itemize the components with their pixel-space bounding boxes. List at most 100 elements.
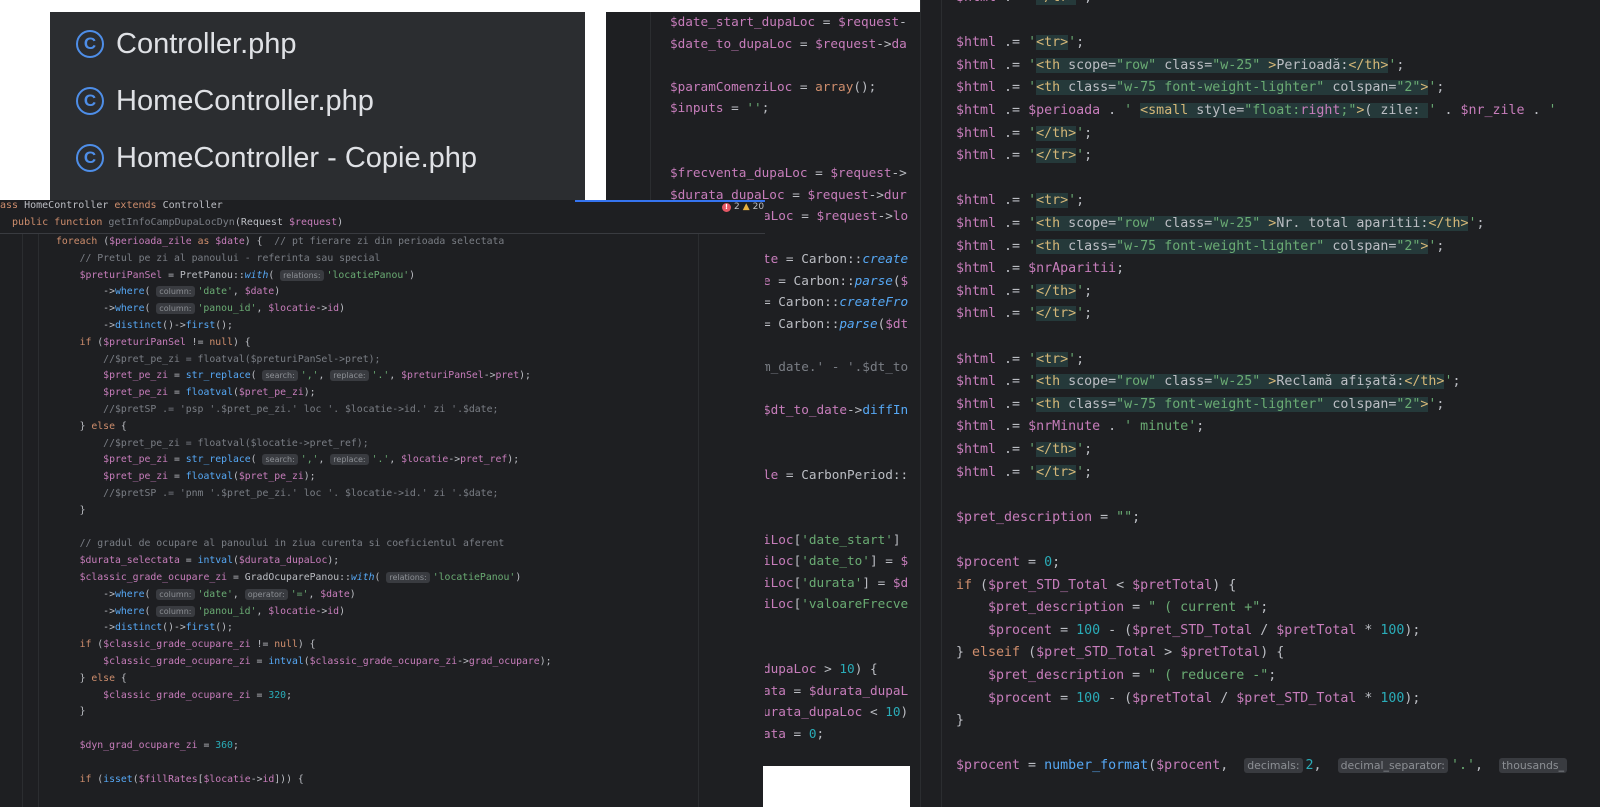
file-item-controller[interactable]: C Controller.php bbox=[76, 24, 297, 64]
code-line[interactable]: $html .= '<th scope="row" class="w-25" >… bbox=[956, 55, 1404, 78]
code-line[interactable]: $html .= '<tr>'; bbox=[956, 349, 1084, 372]
code-line[interactable]: if ($classic_grade_ocupare_zi != null) { bbox=[56, 637, 316, 654]
code-line[interactable]: $html .= '</tr>'; bbox=[956, 0, 1092, 10]
code-line[interactable]: ata = 0; bbox=[763, 723, 824, 745]
code-line[interactable]: } bbox=[56, 704, 86, 721]
code-token: $locatie bbox=[401, 454, 449, 466]
code-line[interactable]: $paramComenziLoc = array(); bbox=[670, 76, 876, 98]
code-line[interactable]: ->where( column:'date', $date) bbox=[56, 284, 280, 301]
code-line[interactable]: $procent = 100 - ($pretTotal / $pret_STD… bbox=[956, 688, 1420, 711]
code-line[interactable]: $html .= '<th class="w-75 font-weight-li… bbox=[956, 77, 1444, 100]
code-line[interactable]: } bbox=[56, 503, 86, 520]
code-line[interactable]: $pret_description = " ( current +"; bbox=[956, 597, 1268, 620]
code-line[interactable]: $html .= $nrAparitii; bbox=[956, 258, 1124, 281]
code-line[interactable]: $date_to_dupaLoc = $request->da bbox=[670, 33, 907, 55]
code-line[interactable]: $html .= '<th class="w-75 font-weight-li… bbox=[956, 394, 1444, 417]
code-token: ; bbox=[1260, 600, 1269, 616]
code-line[interactable]: $inputs = ''; bbox=[670, 97, 769, 119]
code-token: Nr. total aparitii: bbox=[1276, 216, 1429, 231]
code-line[interactable]: $html .= '<tr>'; bbox=[956, 32, 1084, 55]
code-line[interactable]: $html .= '</tr>'; bbox=[956, 145, 1092, 168]
code-line[interactable]: //$pret_pe_zi = floatval($preturiPanSel-… bbox=[56, 352, 380, 369]
code-line[interactable]: $pret_pe_zi = str_replace( search: ',', r… bbox=[56, 368, 531, 385]
code-line[interactable]: $html .= '</th>'; bbox=[956, 281, 1092, 304]
code-line[interactable]: ->where( column:'panou_id', $locatie->id… bbox=[56, 301, 345, 318]
code-line[interactable]: iLoc['date_start'] bbox=[763, 529, 901, 551]
code-line[interactable]: $procent = 0; bbox=[956, 552, 1060, 575]
code-line[interactable]: $frecventa_dupaLoc = $request-> bbox=[670, 162, 907, 184]
code-line[interactable]: $pret_description = " ( reducere -"; bbox=[956, 665, 1276, 688]
code-line[interactable]: iLoc['durata'] = $d bbox=[763, 572, 908, 594]
code-line[interactable]: ->distinct()->first(); bbox=[56, 620, 233, 637]
code-line[interactable]: $durata_selectata = intval($durata_dupaL… bbox=[56, 553, 340, 570]
code-line[interactable]: // Pretul pe zi al panoului - referinta … bbox=[56, 251, 381, 268]
code-line[interactable]: $html .= '</th>'; bbox=[956, 123, 1092, 146]
code-line[interactable]: e = Carbon::parse($ bbox=[763, 270, 908, 292]
code-token: ' bbox=[1028, 193, 1037, 209]
code-token: , bbox=[318, 454, 331, 466]
code-line[interactable]: = Carbon::createFro bbox=[763, 291, 908, 313]
code-token: $html bbox=[956, 442, 997, 457]
code-line[interactable]: ->distinct()->first(); bbox=[56, 318, 233, 335]
code-line[interactable]: if ($preturiPanSel != null) { bbox=[56, 335, 251, 352]
code-line[interactable]: $html .= '<th class="w-75 font-weight-li… bbox=[956, 236, 1444, 259]
code-line[interactable]: iLoc['valoareFrecve bbox=[763, 593, 908, 615]
code-line[interactable]: $html .= '</th>'; bbox=[956, 439, 1092, 462]
code-line[interactable]: $pret_pe_zi = floatval($pret_pe_zi); bbox=[56, 469, 315, 486]
code-line[interactable]: $pret_pe_zi = str_replace( search: ',', r… bbox=[56, 452, 519, 469]
code-line[interactable]: } bbox=[956, 710, 964, 733]
code-token: * bbox=[1356, 622, 1381, 638]
code-line[interactable]: foreach ($perioada_zile as $date) { // p… bbox=[56, 234, 504, 251]
code-line[interactable]: aLoc = $request->lo bbox=[763, 205, 908, 227]
code-line[interactable]: $preturiPanSel = PretPanou::with( relati… bbox=[56, 268, 415, 285]
right-code-editor[interactable]: $html .= '</tr>';$html .= '<tr>';$html .… bbox=[920, 0, 1600, 807]
code-line[interactable]: $dt_to_date->diffIn bbox=[763, 399, 908, 421]
code-line[interactable]: ata = $durata_dupaL bbox=[763, 680, 908, 702]
code-line[interactable]: $html .= '<th scope="row" class="w-25" >… bbox=[956, 213, 1484, 236]
code-line[interactable]: le = CarbonPeriod:: bbox=[763, 464, 908, 486]
code-line[interactable]: $pret_description = ""; bbox=[956, 507, 1140, 530]
code-line[interactable]: ->where( column:'date', operator: '=', $d… bbox=[56, 587, 356, 604]
code-line[interactable]: iLoc['date_to'] = $ bbox=[763, 550, 908, 572]
code-line[interactable]: } else { bbox=[56, 671, 127, 688]
code-line[interactable]: $html .= $nrMinute . ' minute'; bbox=[956, 416, 1204, 439]
code-line[interactable]: $procent = number_format($procent, decim… bbox=[956, 755, 1570, 778]
code-token: = bbox=[168, 471, 186, 483]
code-line[interactable]: $pret_pe_zi = floatval($pret_pe_zi); bbox=[56, 385, 315, 402]
left-code-editor[interactable]: ass HomeController extends Controller pu… bbox=[0, 200, 765, 807]
code-line[interactable]: $html .= '<tr>'; bbox=[956, 190, 1084, 213]
code-line[interactable]: urata_dupaLoc < 10) bbox=[763, 701, 908, 723]
code-token: <th bbox=[1036, 238, 1069, 254]
code-line[interactable]: $html .= $perioada . ' <small style="flo… bbox=[956, 100, 1565, 123]
code-line[interactable]: $classic_grade_ocupare_zi = intval($clas… bbox=[56, 654, 551, 671]
code-line[interactable]: $html .= '</tr>'; bbox=[956, 462, 1092, 485]
code-line[interactable]: $html .= '<th scope="row" class="w-25" >… bbox=[956, 371, 1460, 394]
code-line[interactable]: //$pretSP .= 'pnm '.$pret_pe_zi.' loc '.… bbox=[56, 486, 498, 503]
file-name: HomeController - Copie.php bbox=[116, 141, 478, 174]
code-line[interactable]: $classic_grade_ocupare_zi = 320; bbox=[56, 688, 292, 705]
code-line[interactable]: if ($pret_STD_Total < $pretTotal) { bbox=[956, 575, 1236, 598]
code-line[interactable]: //$pret_pe_zi = floatval($locatie->pret_… bbox=[56, 436, 368, 453]
code-line[interactable]: $procent = 100 - ($pret_STD_Total / $pre… bbox=[956, 620, 1420, 643]
file-item-homecontroller[interactable]: C HomeController.php bbox=[76, 81, 374, 121]
code-line[interactable]: ->where( column:'panou_id', $locatie->id… bbox=[56, 604, 345, 621]
code-line[interactable]: $date_start_dupaLoc = $request- bbox=[670, 12, 907, 33]
code-line[interactable]: // gradul de ocupare al panoului in ziua… bbox=[56, 536, 505, 553]
code-line[interactable]: te = Carbon::create bbox=[763, 248, 908, 270]
code-line[interactable]: m_date.' - '.$dt_to bbox=[763, 356, 908, 378]
code-line[interactable]: dupaLoc > 10) { bbox=[763, 658, 878, 680]
code-token: 'valoareFrecve bbox=[801, 596, 909, 612]
code-line[interactable]: $dyn_grad_ocupare_zi = 360; bbox=[56, 738, 239, 755]
file-item-homecontroller-copie[interactable]: C HomeController - Copie.php bbox=[76, 138, 477, 178]
code-line[interactable]: //$pretSP .= 'psp '.$pret_pe_zi.' loc '.… bbox=[56, 402, 498, 419]
code-line[interactable]: $html .= '</tr>'; bbox=[956, 303, 1092, 326]
code-line[interactable]: if (isset($fillRates[$locatie->id])) { bbox=[56, 772, 304, 789]
code-line[interactable]: } elseif ($pret_STD_Total > $pretTotal) … bbox=[956, 642, 1284, 665]
code-token: // gradul de ocupare al panoului in ziua… bbox=[56, 538, 505, 550]
code-line[interactable]: = Carbon::parse($dt bbox=[763, 313, 908, 335]
code-token: -> bbox=[250, 773, 263, 785]
inspection-badges[interactable]: ! 2 ▲ 20 bbox=[722, 202, 764, 212]
code-token: '.' bbox=[371, 370, 390, 382]
code-line[interactable]: } else { bbox=[56, 419, 127, 436]
code-line[interactable]: $classic_grade_ocupare_zi = GradOcupareP… bbox=[56, 570, 521, 587]
